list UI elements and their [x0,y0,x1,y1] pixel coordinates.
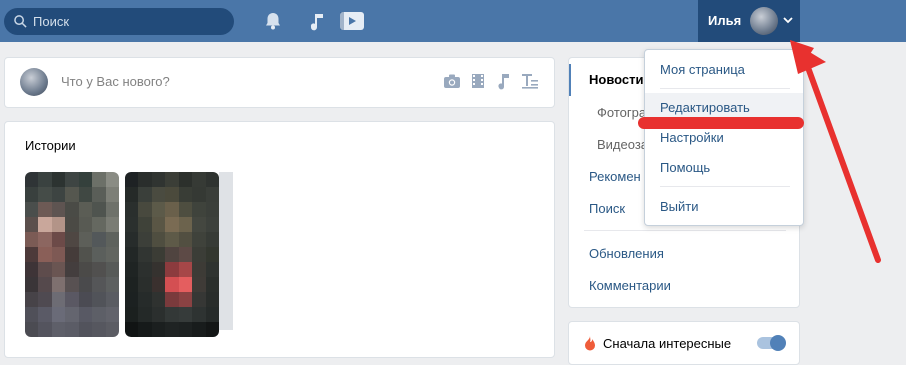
chevron-down-icon [783,17,793,24]
menu-item-recommendations[interactable]: Рекомен [589,169,641,184]
text-format-icon[interactable] [521,72,539,90]
new-post-placeholder[interactable]: Что у Вас нового? [61,74,170,89]
active-indicator [569,64,571,96]
divider [584,230,786,231]
divider [660,186,790,187]
toggle-knob [770,335,786,351]
video-play-icon[interactable] [339,10,365,32]
music-note-icon[interactable] [307,10,329,32]
annotation-underline [638,117,804,129]
dropdown-item-help[interactable]: Помощь [645,153,803,182]
avatar [750,7,778,35]
user-name: Илья [708,13,742,28]
story-thumbnail[interactable] [25,172,119,337]
stories-title: Истории [25,138,76,153]
menu-item-search[interactable]: Поиск [589,201,625,216]
divider [660,88,790,89]
post-attach-icons [443,72,539,90]
menu-item-videos[interactable]: Видеоза [597,137,648,152]
menu-item-photos[interactable]: Фотогра [597,105,646,120]
search-box[interactable] [4,8,234,35]
story-thumbnail[interactable] [125,172,219,337]
story-image [25,172,119,337]
user-menu-toggle[interactable]: Илья [698,0,800,42]
top-bar: Илья [0,0,906,42]
menu-item-comments[interactable]: Комментарии [589,278,671,293]
sort-label: Сначала интересные [603,336,732,351]
user-dropdown-menu: Моя страница Редактировать Настройки Пом… [644,49,804,226]
new-post-box[interactable]: Что у Вас нового? [4,57,555,108]
stories-block: Истории [4,121,555,358]
story-image [125,172,219,337]
film-icon[interactable] [469,72,487,90]
camera-icon[interactable] [443,72,461,90]
music-icon[interactable] [495,72,513,90]
fire-icon [585,336,595,351]
sort-toggle[interactable] [757,335,786,351]
search-icon [14,15,27,28]
menu-item-updates[interactable]: Обновления [589,246,664,261]
sort-toggle-box: Сначала интересные [568,321,800,365]
dropdown-item-logout[interactable]: Выйти [645,192,803,221]
search-input[interactable] [33,14,223,29]
menu-item-news[interactable]: Новости [589,72,644,87]
bell-icon[interactable] [262,10,284,32]
avatar [20,68,48,96]
story-edge [219,172,233,330]
dropdown-item-my-page[interactable]: Моя страница [645,55,803,84]
